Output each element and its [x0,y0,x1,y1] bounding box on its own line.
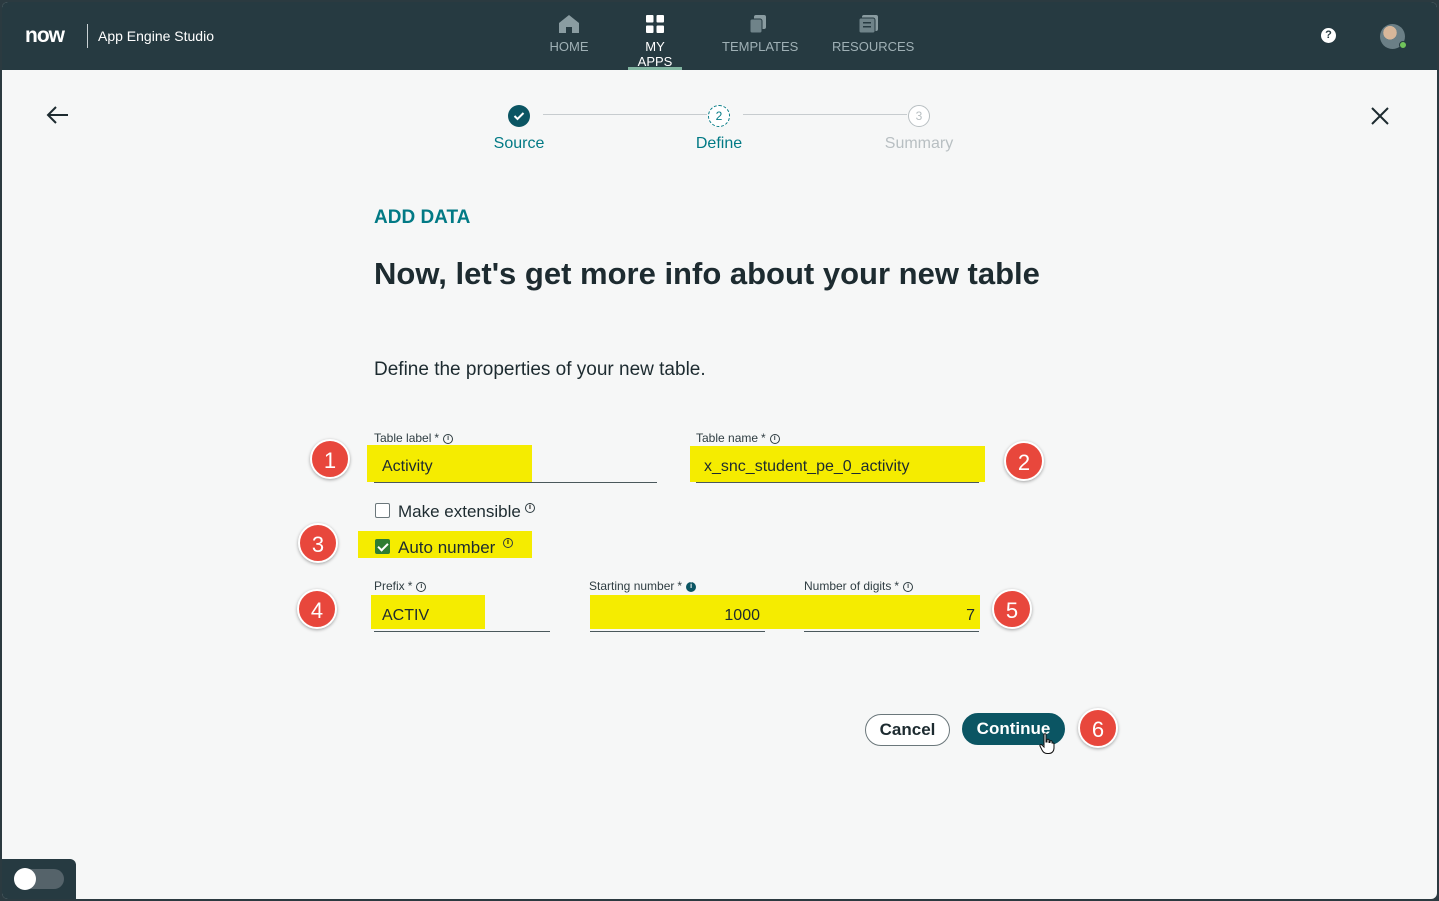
nav-resources[interactable]: RESOURCES [832,14,914,70]
required-indicator: * [894,579,900,593]
step-number-define: 2 [708,105,730,127]
check-icon [513,112,525,121]
toggle-knob[interactable] [14,868,36,890]
page-title: Now, let's get more info about your new … [374,256,1040,291]
required-indicator: * [761,431,766,445]
step-label-summary: Summary [884,135,954,152]
info-icon[interactable]: i [416,581,427,592]
callout-badge-3: 3 [298,523,338,563]
nav-templates[interactable]: TEMPLATES [722,14,798,70]
table-name-value: x_snc_student_pe_0_activity [704,458,910,475]
make-extensible-checkbox[interactable] [375,503,390,518]
page-description: Define the properties of your new table. [374,359,706,380]
nav-templates-label: TEMPLATES [722,39,799,54]
callout-badge-5: 5 [992,589,1032,629]
logo-divider [87,24,88,48]
help-icon[interactable]: ? [1321,28,1336,43]
back-arrow-icon[interactable] [46,105,70,125]
nav-my-apps-label: MY APPS [637,39,673,69]
table-label-field-label: Table label * i [374,431,454,445]
grid-icon [646,15,664,33]
info-icon[interactable]: i [686,581,697,592]
nav-home[interactable]: HOME [548,14,590,70]
now-logo[interactable]: now [25,24,65,48]
starting-number-field-label: Starting number * i [589,579,697,593]
starting-number-value: 1000 [724,607,760,624]
required-indicator: * [434,431,440,445]
number-of-digits-label-text: Number of digits [804,579,892,593]
stepper-connector [543,114,707,115]
online-status-indicator [1399,41,1407,49]
callout-badge-2: 2 [1004,441,1044,481]
make-extensible-label[interactable]: Make extensible [398,502,521,522]
page-eyebrow: ADD DATA [374,207,471,228]
auto-number-label[interactable]: Auto number [398,538,495,558]
prefix-value: ACTIV [382,607,430,624]
app-name: App Engine Studio [98,28,214,44]
step-complete-check-icon[interactable] [508,105,530,127]
prefix-field-label: Prefix * i [374,579,427,593]
info-icon[interactable]: i [443,433,454,444]
step-number-summary: 3 [908,105,930,127]
required-indicator: * [677,579,683,593]
table-name-field-label: Table name * i [696,431,780,445]
hand-cursor-icon [1039,733,1055,754]
number-of-digits-value: 7 [966,607,975,624]
info-icon[interactable]: i [525,503,535,513]
info-icon[interactable]: i [769,433,780,444]
number-of-digits-field-label: Number of digits * i [804,579,914,593]
table-label-label-text: Table label [374,431,432,445]
cancel-button[interactable]: Cancel [865,714,950,746]
info-icon[interactable]: i [503,538,513,548]
home-icon [559,15,579,33]
starting-number-label-text: Starting number [589,579,675,593]
callout-badge-1: 1 [310,439,350,479]
table-name-label-text: Table name [696,431,759,445]
callout-badge-6: 6 [1078,708,1118,748]
table-label-value: Activity [382,458,433,475]
close-icon[interactable] [1370,106,1390,126]
resources-icon [858,15,878,34]
nav-resources-label: RESOURCES [832,39,915,54]
callout-badge-4: 4 [297,589,337,629]
stepper-connector [743,114,907,115]
step-label-define: Define [695,135,743,152]
info-icon[interactable]: i [903,581,914,592]
app-window: now App Engine Studio HOME MY APPS TEMPL… [2,2,1437,899]
auto-number-checkbox[interactable] [375,539,390,554]
templates-icon [749,15,766,34]
nav-my-apps[interactable]: MY APPS [628,14,682,70]
nav-home-label: HOME [549,39,589,54]
step-label-source[interactable]: Source [459,135,579,153]
required-indicator: * [407,579,413,593]
top-navigation-bar: now App Engine Studio HOME MY APPS TEMPL… [2,2,1437,70]
prefix-label-text: Prefix [374,579,405,593]
